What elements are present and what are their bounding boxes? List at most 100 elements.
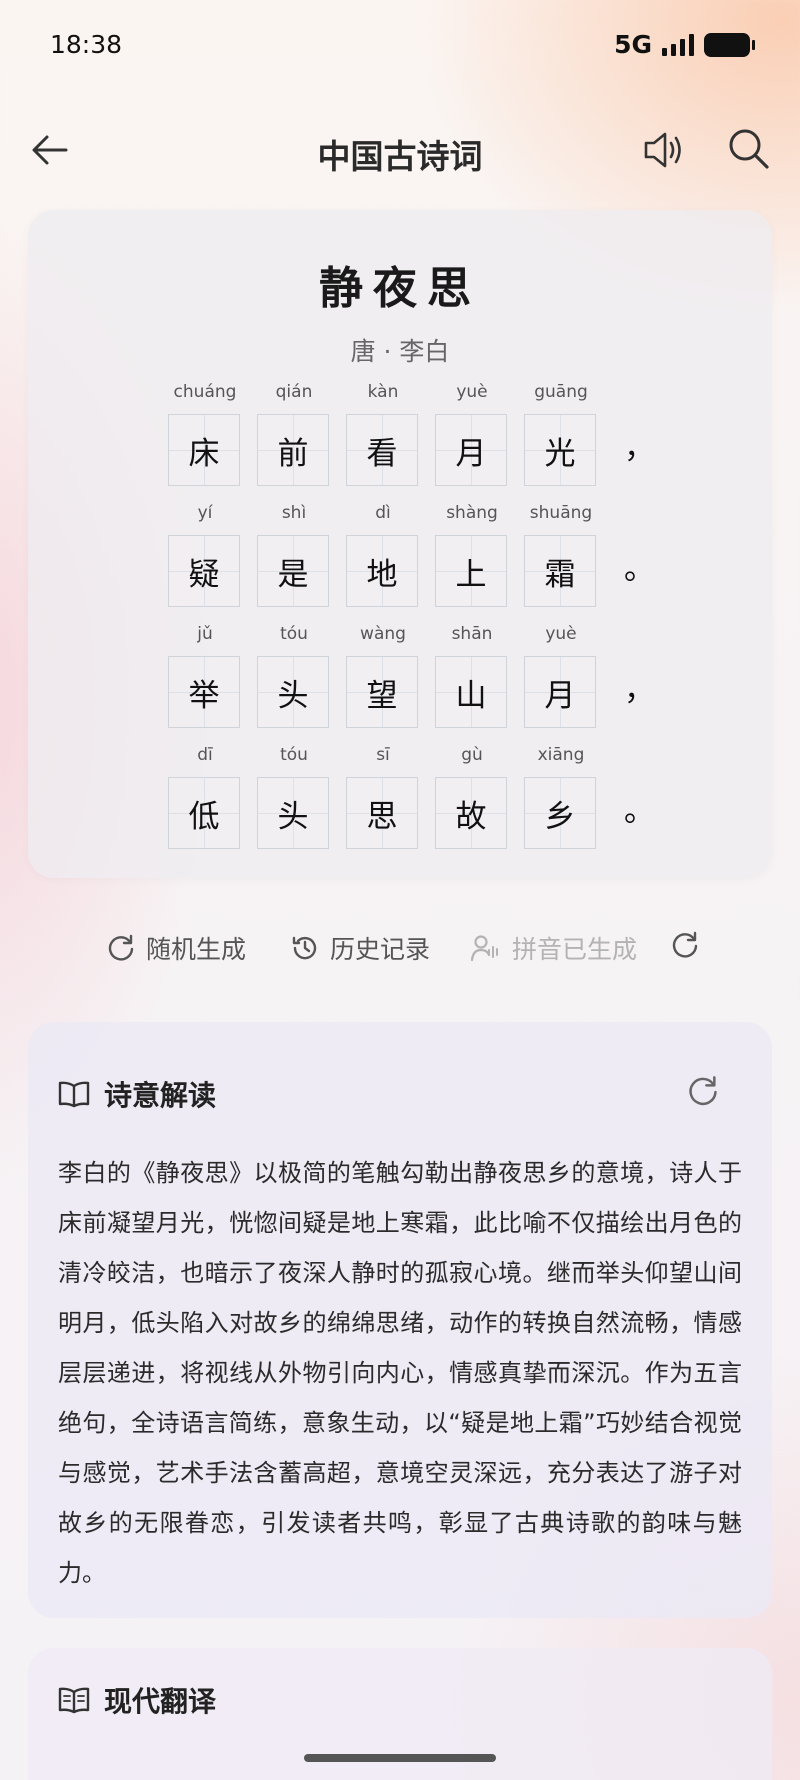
char-cell: tóu 头	[257, 622, 331, 728]
interpretation-text: 李白的《静夜思》以极简的笔触勾勒出静夜思乡的意境，诗人于床前凝望月光，恍惚间疑是…	[58, 1159, 742, 1587]
char-box: 乡	[524, 777, 596, 849]
back-button[interactable]	[28, 128, 72, 172]
translation-title: 现代翻译	[104, 1685, 217, 1718]
char-cell: shì 是	[257, 501, 331, 607]
pinyin: xiāng	[537, 745, 585, 765]
pinyin: guāng	[534, 382, 588, 402]
hanzi: 山	[455, 677, 487, 714]
hanzi: 望	[366, 677, 398, 714]
search-button[interactable]	[726, 126, 772, 172]
char-box: 山	[435, 656, 507, 728]
pinyin: shuāng	[529, 503, 593, 523]
battery-icon	[704, 32, 755, 57]
char-box: 月	[435, 414, 507, 486]
pinyin: qián	[275, 382, 313, 402]
history-label: 历史记录	[330, 935, 431, 964]
char-cell: qián 前	[257, 380, 331, 486]
hanzi: 头	[277, 798, 309, 835]
pinyin: chuáng	[173, 382, 237, 402]
refresh-icon	[689, 1076, 717, 1106]
hanzi: 举	[188, 677, 220, 714]
signal-icon	[662, 33, 694, 56]
pinyin-generated-button[interactable]: 拼音已生成	[470, 930, 637, 966]
char-box: 上	[435, 535, 507, 607]
hanzi: 低	[188, 798, 220, 835]
char-cell: shuāng 霜	[524, 501, 598, 607]
poem-title: 静夜思	[319, 263, 481, 314]
status-time: 18:38	[50, 30, 123, 59]
status-bar: 18:38 5G	[0, 0, 800, 92]
poem-card: 静夜思 唐 · 李白 chuáng 床 qián 前 kàn 看 yuè 月 g…	[28, 210, 772, 878]
char-cell: guāng 光	[524, 380, 598, 486]
refresh-icon	[108, 934, 134, 961]
poem-author: 唐 · 李白	[350, 337, 450, 366]
punctuation: 。	[624, 551, 655, 587]
char-box: 前	[257, 414, 329, 486]
interpretation-header: 诗意解读	[58, 1074, 216, 1114]
refresh-icon	[672, 931, 698, 958]
char-box: 低	[168, 777, 240, 849]
pinyin: dì	[375, 503, 391, 523]
char-cell: xiāng 乡	[524, 743, 598, 849]
hanzi: 疑	[188, 556, 220, 593]
speaker-icon	[644, 132, 681, 168]
char-box: 地	[346, 535, 418, 607]
char-cell: yuè 月	[524, 622, 598, 728]
char-box: 故	[435, 777, 507, 849]
book-text-icon	[58, 1687, 90, 1714]
char-box: 思	[346, 777, 418, 849]
home-indicator[interactable]	[304, 1754, 496, 1762]
hanzi: 故	[455, 798, 487, 835]
random-generate-label: 随机生成	[146, 935, 247, 964]
user-voice-icon	[470, 935, 498, 962]
pinyin-generated-label: 拼音已生成	[512, 935, 638, 964]
char-box: 霜	[524, 535, 596, 607]
hanzi: 乡	[544, 798, 576, 835]
pinyin: dī	[197, 745, 213, 765]
random-generate-button[interactable]: 随机生成	[106, 930, 246, 966]
arrow-left-icon	[32, 135, 68, 165]
char-cell: tóu 头	[257, 743, 331, 849]
char-box: 头	[257, 656, 329, 728]
char-box: 月	[524, 656, 596, 728]
interpretation-refresh-button[interactable]	[686, 1074, 720, 1108]
char-cell: shàng 上	[435, 501, 509, 607]
hanzi: 前	[277, 435, 309, 472]
char-cell: sī 思	[346, 743, 420, 849]
char-box: 是	[257, 535, 329, 607]
history-button[interactable]: 历史记录	[290, 930, 430, 966]
status-indicators: 5G	[614, 30, 755, 59]
char-cell: yuè 月	[435, 380, 509, 486]
char-cell: dī 低	[168, 743, 242, 849]
char-cell: yí 疑	[168, 501, 242, 607]
char-box: 举	[168, 656, 240, 728]
pinyin: tóu	[280, 745, 308, 765]
hanzi: 月	[455, 435, 487, 472]
book-icon	[58, 1081, 90, 1108]
char-box: 床	[168, 414, 240, 486]
char-box: 光	[524, 414, 596, 486]
pinyin: yuè	[456, 382, 488, 402]
punctuation: ，	[624, 672, 655, 708]
char-box: 望	[346, 656, 418, 728]
pinyin: yuè	[545, 624, 577, 644]
history-icon	[292, 936, 317, 960]
pinyin: shān	[451, 624, 493, 644]
char-cell: kàn 看	[346, 380, 420, 486]
hanzi: 月	[544, 677, 576, 714]
hanzi: 光	[544, 435, 576, 472]
pinyin: kàn	[367, 382, 399, 402]
action-row: 随机生成 历史记录 拼音已生成	[0, 930, 800, 974]
read-aloud-button[interactable]	[640, 128, 688, 172]
hanzi: 地	[366, 556, 398, 593]
char-cell: gù 故	[435, 743, 509, 849]
pinyin: yí	[197, 503, 213, 523]
hanzi: 上	[455, 556, 487, 593]
network-type: 5G	[614, 30, 652, 59]
translation-header: 现代翻译	[58, 1680, 216, 1720]
char-cell: dì 地	[346, 501, 420, 607]
hanzi: 思	[366, 798, 398, 835]
regenerate-button[interactable]	[670, 930, 700, 960]
char-cell: chuáng 床	[168, 380, 242, 486]
pinyin: shì	[281, 503, 307, 523]
